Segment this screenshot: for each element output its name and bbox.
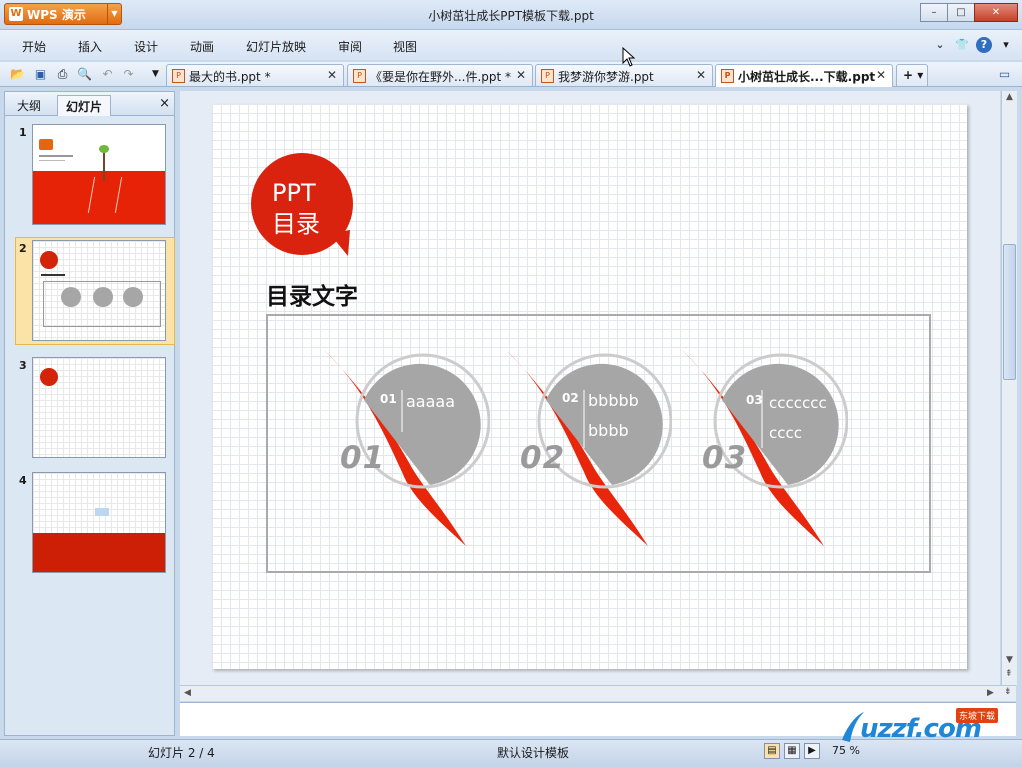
scroll-up-icon[interactable]: ▲: [1006, 92, 1013, 102]
tab-document-2[interactable]: P 《要是你在野外...件.ppt * ✕: [347, 64, 533, 86]
toc-item-3-text-line-1: ccccccc: [769, 394, 827, 412]
toc-item-2-text-line-1: bbbbb: [588, 391, 639, 410]
toc-item-2-text-line-2: bbbb: [588, 421, 629, 440]
watermark-logo: uzzf.com 东坡下载: [838, 706, 1018, 748]
tab-label: 小树茁壮成长...下载.ppt: [738, 70, 876, 84]
scroll-left-icon[interactable]: ◀: [184, 688, 191, 698]
menu-design[interactable]: 设计: [134, 38, 158, 55]
chevron-down-icon[interactable]: ▾: [998, 37, 1014, 53]
redo-icon[interactable]: ↷: [120, 66, 137, 83]
minimize-button[interactable]: –: [920, 3, 948, 22]
document-tab-bar: 📂 ▣ ⎙ 🔍 ↶ ↷ ▼ P 最大的书.ppt * ✕ P 《要是你在野外..…: [0, 62, 1022, 87]
slide-heading: 目录文字: [266, 284, 358, 310]
toc-item-3-text-line-2: cccc: [769, 424, 802, 442]
ppt-file-icon: P: [172, 69, 185, 83]
scroll-down-icon[interactable]: ▼: [1006, 655, 1013, 665]
menu-insert[interactable]: 插入: [78, 38, 102, 55]
tab-document-4-active[interactable]: P 小树茁壮成长...下载.ppt ✕: [715, 64, 893, 87]
normal-view-icon[interactable]: ▤: [764, 743, 780, 759]
vertical-scroll-thumb[interactable]: [1003, 244, 1016, 380]
watermark-tag: 东坡下载: [956, 708, 999, 723]
tab-slides[interactable]: 幻灯片: [57, 95, 112, 116]
ppt-file-icon: P: [721, 69, 734, 83]
restore-button[interactable]: □: [947, 3, 975, 22]
print-preview-icon[interactable]: 🔍: [76, 66, 93, 83]
chevron-down-icon[interactable]: ⌄: [932, 37, 948, 53]
chevron-down-icon[interactable]: ▼: [147, 66, 164, 83]
toc-item-3-big-number: 03: [702, 440, 748, 476]
design-template-name: 默认设计模板: [497, 746, 570, 760]
toc-item-1-small-number: 01: [380, 392, 397, 406]
slide-thumbnail-2[interactable]: [32, 240, 166, 341]
undo-icon[interactable]: ↶: [99, 66, 116, 83]
tab-label: 最大的书.ppt *: [189, 70, 271, 84]
slide-thumbnail-pane: 大纲 幻灯片 × 1 2 3 4: [4, 91, 175, 736]
slide-counter: 幻灯片 2 / 4: [148, 746, 215, 760]
open-folder-icon[interactable]: 📂: [9, 66, 26, 83]
print-icon[interactable]: ⎙: [54, 66, 71, 83]
slide-thumbnail-3[interactable]: [32, 357, 166, 458]
slide-thumbnail-1[interactable]: [32, 124, 166, 225]
menu-right-tools: ⌄ 👕 ? ▾: [932, 37, 1014, 53]
close-pane-icon[interactable]: ×: [159, 96, 170, 111]
tab-label: 《要是你在野外...件.ppt *: [370, 70, 512, 84]
vertical-scrollbar[interactable]: ▲ ▼ ⇞: [1001, 91, 1017, 685]
close-button[interactable]: ✕: [974, 3, 1018, 22]
help-icon[interactable]: ?: [976, 37, 992, 53]
slide-number: 4: [19, 474, 27, 487]
close-icon[interactable]: ✕: [516, 68, 526, 82]
mouse-cursor-icon: [622, 47, 636, 67]
scroll-right-icon[interactable]: ▶: [987, 688, 994, 698]
slide-thumbnail-4[interactable]: [32, 472, 166, 573]
ppt-file-icon: P: [353, 69, 366, 83]
slide-number: 1: [19, 126, 27, 139]
pane-tabs: 大纲 幻灯片 ×: [5, 92, 174, 116]
toc-item-2-small-number: 02: [562, 391, 579, 405]
window-title: 小树茁壮成长PPT模板下载.ppt: [428, 9, 594, 23]
badge-line-2: 目录: [272, 210, 320, 238]
new-tab-button[interactable]: + ▾: [896, 64, 928, 86]
save-icon[interactable]: ▣: [32, 66, 49, 83]
ppt-file-icon: P: [541, 69, 554, 83]
current-slide[interactable]: PPT 目录 目录文字 01 aaaaa 01 02 bbbbb bbbb 02…: [212, 104, 967, 669]
badge-line-1: PPT: [272, 179, 316, 207]
window-controls: – □ ✕: [920, 3, 1018, 22]
badge-text: PPT 目录: [272, 178, 320, 240]
slide-number: 3: [19, 359, 27, 372]
tab-label: 我梦游你梦游.ppt: [558, 70, 654, 84]
previous-slide-icon[interactable]: ⇞: [1005, 669, 1013, 679]
toc-item-3-small-number: 03: [746, 393, 763, 407]
menu-home[interactable]: 开始: [22, 38, 46, 55]
menu-view[interactable]: 视图: [393, 38, 417, 55]
toc-item-1-text: aaaaa: [406, 392, 456, 411]
menu-review[interactable]: 审阅: [338, 38, 362, 55]
toc-item-1-big-number: 01: [340, 440, 386, 476]
horizontal-scrollbar[interactable]: ◀ ▶ ⇟: [180, 685, 1016, 701]
toc-item-2-big-number: 02: [520, 440, 566, 476]
tab-outline[interactable]: 大纲: [9, 95, 49, 116]
close-icon[interactable]: ✕: [696, 68, 706, 82]
menu-bar: 开始 插入 设计 动画 幻灯片放映 审阅 视图 ⌄ 👕 ? ▾: [0, 30, 1022, 60]
tab-document-1[interactable]: P 最大的书.ppt * ✕: [166, 64, 344, 86]
close-icon[interactable]: ✕: [327, 68, 337, 82]
window-layout-icon[interactable]: ▭: [996, 66, 1013, 83]
slide-sorter-view-icon[interactable]: ▦: [784, 743, 800, 759]
menu-slideshow[interactable]: 幻灯片放映: [246, 38, 306, 55]
slide-number: 2: [19, 242, 27, 255]
skin-shirt-icon[interactable]: 👕: [954, 37, 970, 53]
close-icon[interactable]: ✕: [876, 68, 886, 82]
menu-animation[interactable]: 动画: [190, 38, 214, 55]
next-slide-icon[interactable]: ⇟: [1004, 687, 1012, 697]
title-bar: W WPS 演示 ▼ 小树茁壮成长PPT模板下载.ppt – □ ✕: [0, 0, 1022, 30]
slideshow-view-icon[interactable]: ▶: [804, 743, 820, 759]
tab-document-3[interactable]: P 我梦游你梦游.ppt ✕: [535, 64, 713, 86]
